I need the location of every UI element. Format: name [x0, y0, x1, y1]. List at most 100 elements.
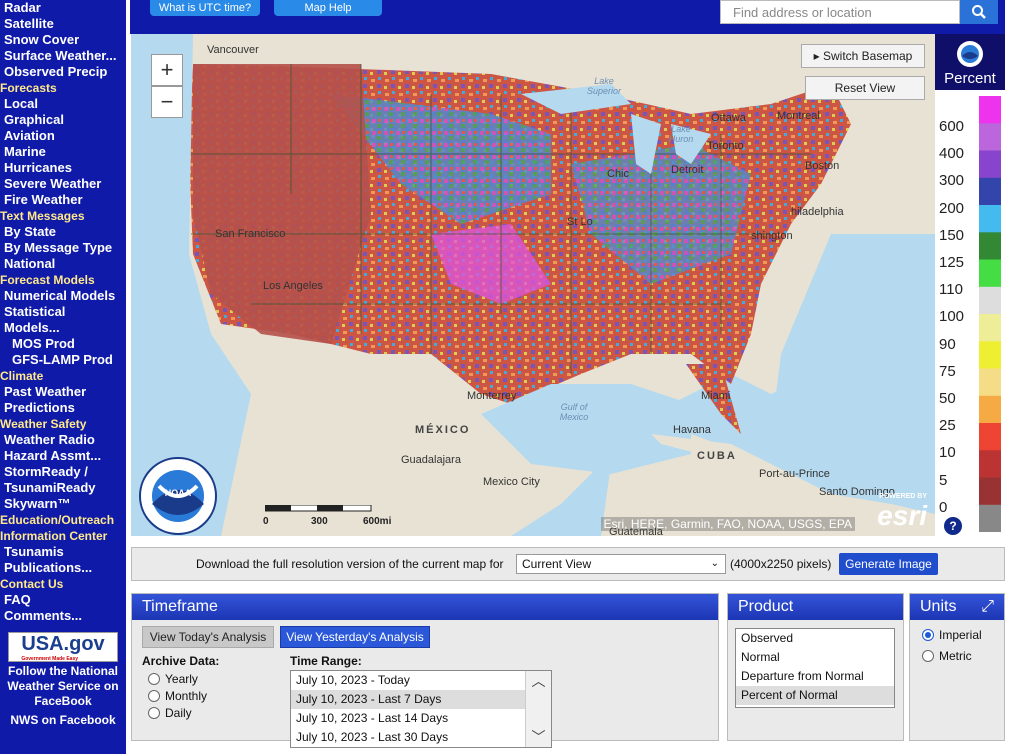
units-radio-imperial[interactable]: Imperial	[922, 628, 982, 642]
range-option[interactable]: July 10, 2023 - Last 7 Days	[291, 690, 525, 709]
legend-label: 125	[939, 254, 965, 271]
utc-time-button[interactable]: What is UTC time?	[150, 0, 260, 16]
sidebar-item-surface-weather[interactable]: Surface Weather...	[0, 48, 126, 64]
usagov-logo[interactable]: USA.gov Government Made Easy	[8, 632, 118, 662]
sidebar-item-gfs-lamp-prod[interactable]: GFS-LAMP Prod	[0, 352, 126, 368]
sidebar-item-graphical[interactable]: Graphical	[0, 112, 126, 128]
radio-dot[interactable]	[148, 707, 160, 719]
radio-dot[interactable]	[922, 629, 934, 641]
product-option-departure-from-normal[interactable]: Departure from Normal	[736, 667, 894, 686]
sidebar-item-marine[interactable]: Marine	[0, 144, 126, 160]
sidebar-item-by-message-type[interactable]: By Message Type	[0, 240, 126, 256]
search-button[interactable]	[960, 0, 998, 24]
sidebar-item-aviation[interactable]: Aviation	[0, 128, 126, 144]
sidebar-item-stormready[interactable]: StormReady /	[0, 464, 126, 480]
generate-image-button[interactable]: Generate Image	[839, 553, 938, 575]
sidebar-item-local[interactable]: Local	[0, 96, 126, 112]
facebook-follow-link[interactable]: Follow the National Weather Service on F…	[0, 664, 126, 709]
precipitation-map[interactable]: + − ▸ Switch Basemap Reset View Vancouve…	[131, 34, 935, 536]
range-option[interactable]: July 10, 2023 - Today	[291, 671, 525, 690]
units-radio-metric[interactable]: Metric	[922, 649, 972, 663]
legend-swatch	[979, 341, 1001, 370]
product-listbox[interactable]: Observed Normal Departure from Normal Perce…	[735, 628, 895, 708]
legend-swatch	[979, 123, 1001, 152]
sidebar-item-satellite[interactable]: Satellite	[0, 16, 126, 32]
legend-swatch	[979, 423, 1001, 451]
sidebar-item-numerical-models[interactable]: Numerical Models	[0, 288, 126, 304]
country-label-cuba: CUBA	[697, 450, 737, 462]
legend-swatch	[979, 286, 1001, 315]
range-option[interactable]: July 10, 2023 - Last 14 Days	[291, 709, 525, 728]
product-option-percent-of-normal[interactable]: Percent of Normal	[736, 686, 894, 705]
sidebar-item-faq[interactable]: FAQ	[0, 592, 126, 608]
sidebar-item-radar[interactable]: Radar	[0, 0, 126, 16]
nws-facebook-link[interactable]: NWS on Facebook	[0, 713, 126, 728]
units-panel: Units ⤢ Imperial Metric	[909, 593, 1005, 741]
download-text: Download the full resolution version of …	[196, 557, 504, 571]
legend-swatch	[979, 96, 1001, 124]
sidebar-item-fire-weather[interactable]: Fire Weather	[0, 192, 126, 208]
legend-label: 75	[939, 362, 956, 380]
expand-icon[interactable]: ⤢	[981, 598, 994, 616]
chevron-down-icon[interactable]: ﹀	[526, 727, 551, 747]
scale-label-600: 600mi	[363, 516, 392, 527]
water-label-superior: Lake Superior	[586, 76, 622, 96]
help-icon[interactable]: ?	[943, 516, 963, 536]
city-label-detroit: Detroit	[671, 164, 704, 176]
sidebar-item-text-messages: Text Messages	[0, 209, 85, 223]
map-help-button[interactable]: Map Help	[274, 0, 382, 16]
sidebar-item-national[interactable]: National	[0, 256, 126, 272]
scale-label-300: 300	[311, 516, 328, 527]
archive-label: Archive Data:	[142, 654, 220, 668]
legend-label: 90	[939, 335, 956, 353]
download-view-select[interactable]: Current View ⌄	[516, 554, 726, 574]
timeframe-title: Timeframe	[132, 594, 718, 620]
range-scrollbar[interactable]: ︿ ﹀	[525, 671, 551, 747]
sidebar-item-mos-prod[interactable]: MOS Prod	[0, 336, 126, 352]
search-input[interactable]: Find address or location	[720, 0, 960, 24]
time-range-listbox[interactable]: July 10, 2023 - Today July 10, 2023 - Las…	[290, 670, 552, 748]
zoom-in-button[interactable]: +	[151, 54, 183, 86]
sidebar-item-predictions[interactable]: Predictions	[0, 400, 126, 416]
archive-radio-daily[interactable]: Daily	[148, 706, 192, 720]
sidebar-item-tsunamis[interactable]: Tsunamis	[0, 544, 126, 560]
city-label-vancouver: Vancouver	[207, 44, 259, 56]
sidebar-item-hazard-assmt[interactable]: Hazard Assmt...	[0, 448, 126, 464]
sidebar-item-skywarn[interactable]: Skywarn™	[0, 496, 126, 512]
sidebar-item-observed-precip[interactable]: Observed Precip	[0, 64, 126, 80]
radio-dot[interactable]	[148, 690, 160, 702]
sidebar-item-by-state[interactable]: By State	[0, 224, 126, 240]
product-option-normal[interactable]: Normal	[736, 648, 894, 667]
sidebar-item-models[interactable]: Models...	[0, 320, 126, 336]
sidebar-item-publications[interactable]: Publications...	[0, 560, 126, 576]
city-label-toronto: Toronto	[707, 140, 744, 152]
radio-dot[interactable]	[922, 650, 934, 662]
product-option-observed[interactable]: Observed	[736, 629, 894, 648]
legend-swatch	[979, 150, 1001, 179]
legend-swatch	[979, 314, 1001, 342]
switch-basemap-button[interactable]: ▸ Switch Basemap	[801, 44, 925, 68]
units-title: Units ⤢	[910, 594, 1004, 620]
sidebar-item-snow-cover[interactable]: Snow Cover	[0, 32, 126, 48]
city-label-miami: Miami	[701, 390, 731, 402]
archive-radio-yearly[interactable]: Yearly	[148, 672, 198, 686]
sidebar-item-severe-weather[interactable]: Severe Weather	[0, 176, 126, 192]
reset-view-button[interactable]: Reset View	[805, 76, 925, 100]
sidebar-item-information-center: Information Center	[0, 529, 108, 543]
radio-dot[interactable]	[148, 673, 160, 685]
legend-header: Percent	[935, 34, 1005, 90]
chevron-up-icon[interactable]: ︿	[526, 671, 551, 691]
sidebar-item-weather-radio[interactable]: Weather Radio	[0, 432, 126, 448]
sidebar-item-contact-us: Contact Us	[0, 577, 64, 591]
archive-radio-monthly[interactable]: Monthly	[148, 689, 207, 703]
sidebar-item-statistical[interactable]: Statistical	[0, 304, 126, 320]
noaa-logo: NOAA	[139, 457, 217, 535]
sidebar-item-comments[interactable]: Comments...	[0, 608, 126, 624]
view-today-button[interactable]: View Today's Analysis	[142, 626, 274, 648]
sidebar-item-tsunamiready[interactable]: TsunamiReady	[0, 480, 126, 496]
range-option[interactable]: July 10, 2023 - Last 30 Days	[291, 728, 525, 747]
sidebar-item-hurricanes[interactable]: Hurricanes	[0, 160, 126, 176]
zoom-out-button[interactable]: −	[151, 86, 183, 118]
view-yesterday-button[interactable]: View Yesterday's Analysis	[280, 626, 430, 648]
sidebar-item-past-weather[interactable]: Past Weather	[0, 384, 126, 400]
